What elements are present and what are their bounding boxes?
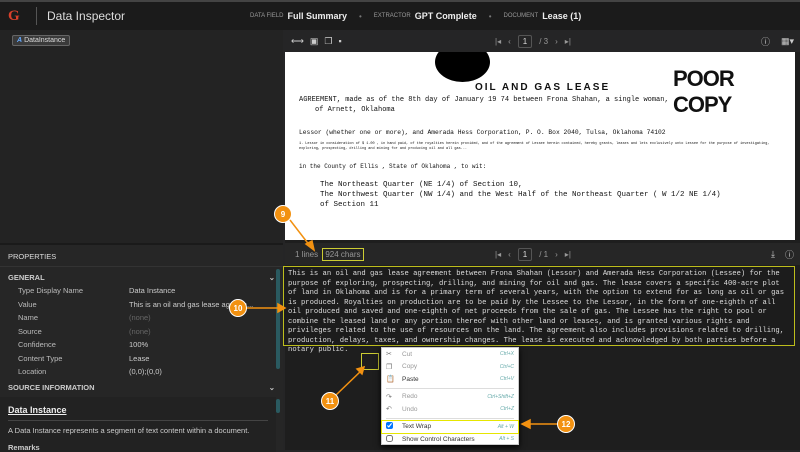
- app-header: G Data Inspector DATA FIELD Full Summary •…: [0, 0, 800, 30]
- redo-icon: ↷: [386, 393, 392, 401]
- property-value[interactable]: (none): [129, 327, 254, 337]
- property-name: Value: [18, 299, 37, 309]
- pages-icon[interactable]: ❐: [324, 36, 332, 47]
- info-icon[interactable]: ⓘ: [785, 248, 794, 261]
- next-page-icon[interactable]: ›: [555, 250, 558, 259]
- data-field-label: DATA FIELD: [250, 13, 284, 19]
- left-panel: A DataInstance PROPERTIES GENERAL ⌄ Type D…: [0, 30, 283, 452]
- fit-width-icon[interactable]: ⟷: [291, 36, 304, 47]
- page-navigator: |◂ ‹ 1/ 3 › ▸|: [495, 34, 571, 48]
- viewer-panel: ⟷ ▣ ❐ ▪ |◂ ‹ 1/ 3 › ▸| ⓘ ▦▾ POOR COPY OIL …: [283, 30, 800, 450]
- first-page-icon[interactable]: |◂: [495, 250, 501, 259]
- annotation-badge-10: 10: [229, 299, 247, 317]
- page-input[interactable]: 1: [517, 34, 533, 48]
- checkbox[interactable]: [386, 434, 402, 444]
- properties-panel: PROPERTIES GENERAL ⌄ Type Display Name Dat…: [0, 243, 283, 452]
- info-icon[interactable]: ⓘ: [761, 35, 770, 48]
- document-page-image: POOR COPY OIL AND GAS LEASE AGREEMENT, m…: [285, 52, 795, 240]
- undo-icon: ↶: [386, 406, 392, 414]
- properties-title: PROPERTIES: [0, 245, 283, 267]
- menu-separator: [386, 387, 514, 389]
- right-click-target-marker: [361, 353, 379, 370]
- legal-description: The Northeast Quarter (NE 1/4) of Sectio…: [320, 181, 721, 209]
- text-page-navigator: |◂ ‹ 1/ 1 › ▸|: [495, 247, 571, 261]
- annotation-badge-11: 11: [321, 392, 339, 410]
- text-toolbar: 1 lines 924 chars |◂ ‹ 1/ 1 › ▸| ⤓ ⓘ: [285, 243, 800, 265]
- document-value: Lease (1): [542, 11, 582, 21]
- chevron-down-icon[interactable]: ⌄: [269, 273, 275, 282]
- property-name: Source: [18, 326, 42, 336]
- data-field-value: Full Summary: [287, 11, 347, 21]
- property-row: Source (none): [0, 325, 283, 339]
- property-row: Location (0,0);(0,0): [0, 365, 283, 379]
- property-name: Type Display Name: [18, 286, 84, 295]
- property-row: Confidence 100%: [0, 338, 283, 352]
- prev-page-icon[interactable]: ‹: [508, 250, 511, 259]
- last-page-icon[interactable]: ▸|: [565, 250, 571, 259]
- line-count: 1 lines: [295, 249, 319, 259]
- remarks-heading: Remarks: [8, 443, 40, 452]
- menu-item-paste[interactable]: 📋 Paste Ctrl+V: [382, 373, 518, 386]
- ink-blot: [435, 52, 490, 82]
- property-value[interactable]: Data Instance: [129, 286, 254, 296]
- property-row: Content Type Lease: [0, 352, 283, 366]
- source-information-section[interactable]: SOURCE INFORMATION ⌄: [0, 379, 283, 394]
- paste-icon: 📋: [386, 376, 395, 384]
- datainstance-node[interactable]: A DataInstance: [12, 35, 71, 46]
- layout-menu-icon[interactable]: ▦▾: [781, 36, 794, 47]
- context-info: DATA FIELD Full Summary • EXTRACTOR GPT Com…: [250, 11, 582, 21]
- help-text: A Data Instance represents a segment of …: [8, 426, 250, 435]
- prev-page-icon[interactable]: ‹: [508, 37, 511, 46]
- extractor-value: GPT Complete: [414, 11, 477, 21]
- menu-item-copy[interactable]: ❐ Copy Ctrl+C: [382, 361, 518, 374]
- extractor-label: EXTRACTOR: [373, 13, 411, 19]
- annotation-badge-12: 12: [557, 415, 575, 433]
- checkbox[interactable]: [386, 422, 402, 431]
- first-page-icon[interactable]: |◂: [495, 37, 501, 46]
- extracted-text-area[interactable]: This is an oil and gas lease agreement b…: [283, 266, 795, 354]
- menu-item-undo[interactable]: ↶ Undo Ctrl+Z: [382, 403, 518, 416]
- doc-title: OIL AND GAS LEASE: [475, 82, 611, 93]
- annotation-badge-9: 9: [274, 205, 292, 223]
- copy-icon: ❐: [386, 363, 393, 371]
- property-value[interactable]: 100%: [129, 340, 254, 350]
- menu-item-show-control-characters[interactable]: Show Control Characters Alt + S: [382, 433, 518, 446]
- document-label: DOCUMENT: [503, 13, 539, 19]
- property-name: Location: [18, 367, 47, 376]
- app-title: Data Inspector: [47, 9, 126, 23]
- download-icon[interactable]: ⤓: [771, 249, 775, 260]
- property-name: Name: [18, 313, 39, 322]
- general-section[interactable]: GENERAL ⌄: [0, 267, 283, 284]
- menu-item-redo[interactable]: ↷ Redo Ctrl+Shift+Z: [382, 391, 518, 404]
- menu-item-text-wrap[interactable]: Text Wrap Alt + W: [381, 419, 519, 434]
- scrollbar[interactable]: [276, 269, 280, 369]
- scissors-icon: ✂: [386, 351, 392, 359]
- divider: [36, 7, 37, 25]
- property-name: Content Type: [18, 353, 63, 363]
- context-menu: ✂ Cut Ctrl+X ❐ Copy Ctrl+C 📋 Paste Ctrl+V ↷ Redo Ct…: [381, 347, 519, 445]
- datainstance-icon: A: [17, 37, 23, 44]
- property-name: Confidence: [18, 340, 56, 349]
- app-logo: G: [8, 7, 20, 24]
- poor-copy-stamp: POOR COPY: [673, 66, 735, 117]
- page-input[interactable]: 1: [517, 247, 533, 261]
- next-page-icon[interactable]: ›: [555, 37, 558, 46]
- menu-item-cut[interactable]: ✂ Cut Ctrl+X: [382, 348, 518, 361]
- scrollbar[interactable]: [276, 399, 280, 413]
- property-value[interactable]: Lease: [129, 354, 254, 364]
- help-title: Data Instance: [8, 405, 268, 421]
- text-stats: 1 lines 924 chars: [293, 247, 364, 261]
- chevron-down-icon[interactable]: ⌄: [269, 383, 275, 392]
- char-count: 924 chars: [322, 247, 364, 261]
- menu-separator: [386, 417, 514, 419]
- viewer-toolbar: ⟷ ▣ ❐ ▪ |◂ ‹ 1/ 3 › ▸| ⓘ ▦▾: [285, 30, 800, 52]
- fit-page-icon[interactable]: ▣: [310, 36, 319, 47]
- property-row: Type Display Name Data Instance: [0, 284, 283, 298]
- image-icon[interactable]: ▪: [339, 36, 342, 46]
- property-value[interactable]: (0,0);(0,0): [129, 367, 254, 377]
- help-panel: Data Instance A Data Instance represents…: [0, 397, 276, 452]
- last-page-icon[interactable]: ▸|: [565, 37, 571, 46]
